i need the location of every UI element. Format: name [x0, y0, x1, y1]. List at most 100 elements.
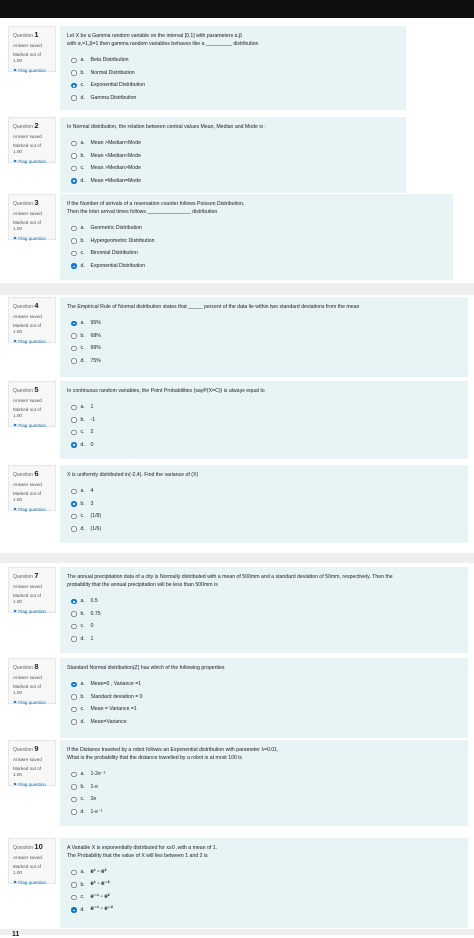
- answer-option[interactable]: d. (1/6): [67, 523, 461, 536]
- answer-option[interactable]: a. 1: [67, 401, 461, 414]
- radio-button[interactable]: [71, 882, 77, 888]
- radio-button[interactable]: [71, 598, 77, 605]
- answer-option[interactable]: c. Binomial Distribution: [67, 247, 446, 260]
- answer-option[interactable]: a. Geometric Distribution: [67, 222, 446, 235]
- radio-button[interactable]: [71, 238, 77, 244]
- answer-option[interactable]: b. Mean <Median<Mode: [67, 150, 399, 163]
- answer-option[interactable]: d. 0: [67, 439, 461, 452]
- radio-button[interactable]: [71, 82, 77, 89]
- radio-button[interactable]: [71, 706, 77, 713]
- answer-option[interactable]: b. Hypergeometric Distribution: [67, 235, 446, 248]
- answer-option[interactable]: a. 4: [67, 485, 461, 498]
- radio-button[interactable]: [71, 70, 77, 76]
- answer-option[interactable]: d. 75%: [67, 355, 461, 368]
- radio-button[interactable]: [71, 869, 77, 876]
- answer-option[interactable]: c. 0: [67, 620, 461, 633]
- answer-option[interactable]: a. e¹ - e²: [67, 866, 461, 879]
- flag-question-link[interactable]: ⚑ Flag question: [13, 68, 51, 75]
- radio-button[interactable]: [71, 417, 77, 423]
- flag-icon: ⚑: [13, 608, 18, 614]
- answer-option[interactable]: d. Exponential Distribution: [67, 260, 446, 273]
- radio-button[interactable]: [71, 636, 77, 642]
- answer-option[interactable]: c. (1/8): [67, 510, 461, 523]
- radio-button[interactable]: [71, 623, 77, 630]
- radio-button[interactable]: [71, 140, 77, 147]
- radio-button[interactable]: [71, 429, 77, 436]
- radio-button[interactable]: [71, 404, 77, 411]
- answer-option[interactable]: d. 1: [67, 633, 461, 646]
- radio-button[interactable]: [71, 796, 77, 803]
- answer-option[interactable]: a. Mean >Median<Mode: [67, 137, 399, 150]
- answer-option[interactable]: b. 68%: [67, 330, 461, 343]
- answer-option[interactable]: c. 2e: [67, 793, 461, 806]
- answer-option[interactable]: a. 1-2e⁻¹: [67, 768, 461, 781]
- answer-option[interactable]: b. e¹ - e⁻²: [67, 879, 461, 892]
- radio-button[interactable]: [71, 526, 77, 532]
- flag-question-link[interactable]: ⚑ Flag question: [13, 782, 51, 789]
- answer-option[interactable]: a. Beta Distribution: [67, 54, 399, 67]
- radio-button[interactable]: [71, 681, 77, 688]
- radio-button[interactable]: [71, 488, 77, 495]
- question-text: In Normal distribution, the relation bet…: [67, 123, 399, 131]
- radio-button[interactable]: [71, 358, 77, 364]
- radio-button[interactable]: [71, 442, 77, 448]
- flag-question-link[interactable]: ⚑ Flag question: [13, 159, 51, 166]
- radio-button[interactable]: [71, 771, 77, 778]
- radio-button[interactable]: [71, 611, 77, 617]
- radio-button[interactable]: [71, 95, 77, 101]
- flag-question-link[interactable]: ⚑ Flag question: [13, 423, 51, 430]
- answer-option[interactable]: a. Mean=0 , Variance =1: [67, 678, 461, 691]
- radio-button[interactable]: [71, 719, 77, 725]
- answer-option[interactable]: c. Mean = Variance =1: [67, 703, 461, 716]
- radio-button[interactable]: [71, 345, 77, 352]
- answer-option[interactable]: d. Mean =Median=Mode: [67, 175, 399, 188]
- flag-question-link[interactable]: ⚑ Flag question: [13, 700, 51, 707]
- answer-option[interactable]: b. Standard deviation = 0: [67, 691, 461, 704]
- flag-question-link[interactable]: ⚑ Flag question: [13, 339, 51, 346]
- answer-option[interactable]: d. e⁻¹ - e⁻²: [67, 904, 461, 917]
- answer-option[interactable]: d. 1-e⁻¹: [67, 806, 461, 819]
- question-num: 7: [34, 571, 39, 580]
- answer-option[interactable]: b. 1-e: [67, 781, 461, 794]
- answer-option[interactable]: c. 2: [67, 426, 461, 439]
- answer-option[interactable]: b. -1: [67, 414, 461, 427]
- option-text: e¹ - e²: [90, 868, 107, 875]
- answer-option[interactable]: b. Normal Distribution: [67, 67, 399, 80]
- answer-option[interactable]: d. Gamma Distribution: [67, 92, 399, 105]
- question-label: Question: [13, 845, 34, 851]
- radio-button[interactable]: [71, 178, 77, 184]
- question-number: Question 6: [13, 469, 51, 480]
- answer-option[interactable]: c. Mean >Median>Mode: [67, 162, 399, 175]
- answer-state: Answer saved: [13, 313, 42, 319]
- answer-option[interactable]: d. Mean=Variance: [67, 716, 461, 729]
- radio-button[interactable]: [71, 513, 77, 520]
- answer-option[interactable]: c. Exponential Distribution: [67, 79, 399, 92]
- radio-button[interactable]: [71, 225, 77, 232]
- answer-option[interactable]: b. 3: [67, 498, 461, 511]
- radio-button[interactable]: [71, 250, 77, 257]
- radio-button[interactable]: [71, 894, 77, 901]
- flag-question-link[interactable]: ⚑ Flag question: [13, 609, 51, 616]
- answer-option[interactable]: c. 99%: [67, 342, 461, 355]
- radio-button[interactable]: [71, 333, 77, 339]
- answer-option[interactable]: a. 0.5: [67, 595, 461, 608]
- flag-question-link[interactable]: ⚑ Flag question: [13, 236, 51, 243]
- radio-button[interactable]: [71, 320, 77, 327]
- radio-button[interactable]: [71, 57, 77, 64]
- flag-question-link[interactable]: ⚑ Flag question: [13, 507, 51, 514]
- answer-option[interactable]: a. 95%: [67, 317, 461, 330]
- answer-option[interactable]: b. 0.75: [67, 608, 461, 621]
- radio-button[interactable]: [71, 809, 77, 815]
- radio-button[interactable]: [71, 165, 77, 172]
- radio-button[interactable]: [71, 694, 77, 700]
- marked-out-of: Marked out of 1.00: [13, 491, 51, 504]
- radio-button[interactable]: [71, 784, 77, 790]
- radio-button[interactable]: [71, 263, 77, 269]
- radio-button[interactable]: [71, 501, 77, 507]
- flag-question-link[interactable]: ⚑ Flag question: [13, 880, 51, 887]
- mark-value: 1.00: [13, 329, 22, 335]
- answer-option[interactable]: c. e⁻¹ - e²: [67, 891, 461, 904]
- radio-button[interactable]: [71, 907, 77, 913]
- option-letter: d.: [80, 718, 85, 725]
- radio-button[interactable]: [71, 153, 77, 159]
